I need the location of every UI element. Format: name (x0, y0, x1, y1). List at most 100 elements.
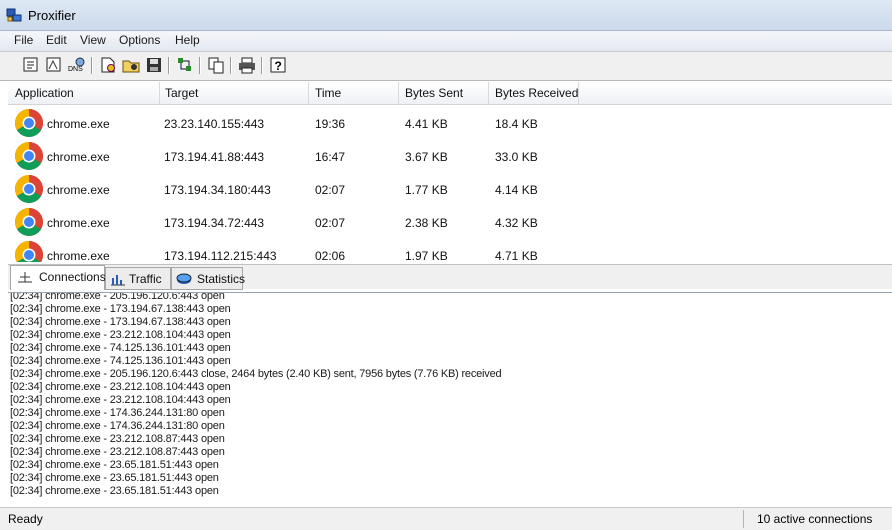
log-line: [02:34] chrome.exe - 174.36.244.131:80 o… (10, 420, 225, 432)
cell-application: chrome.exe (47, 183, 110, 197)
proxifier-app-icon (6, 8, 22, 22)
chrome-icon (14, 174, 44, 204)
menu-help[interactable]: Help (175, 33, 200, 47)
chrome-icon (14, 207, 44, 237)
status-text: Ready (8, 512, 43, 526)
statistics-icon (176, 273, 192, 284)
cell-time: 02:06 (315, 249, 346, 262)
log-line: [02:34] chrome.exe - 173.194.67.138:443 … (10, 303, 231, 315)
column-divider[interactable] (308, 82, 309, 104)
print-icon[interactable] (238, 56, 256, 74)
cell-target: 23.23.140.155:443 (164, 117, 265, 131)
cell-bytes-sent: 3.67 KB (405, 150, 448, 164)
cell-target: 173.194.34.180:443 (164, 183, 271, 197)
log-line: [02:34] chrome.exe - 23.65.181.51:443 op… (10, 472, 219, 484)
table-header: Application Target Time Bytes Sent Bytes… (8, 82, 892, 105)
log-line: [02:34] chrome.exe - 23.65.181.51:443 op… (10, 459, 219, 471)
log-line: [02:34] chrome.exe - 205.196.120.6:443 o… (10, 292, 225, 302)
cell-bytes-sent: 1.77 KB (405, 183, 448, 197)
table-row[interactable]: chrome.exe 173.194.112.215:443 02:06 1.97 K… (8, 238, 892, 262)
cell-target: 173.194.34.72:443 (164, 216, 265, 230)
copy-icon[interactable] (207, 56, 225, 74)
column-divider[interactable] (578, 82, 579, 104)
log-line: [02:34] chrome.exe - 174.36.244.131:80 o… (10, 407, 225, 419)
column-divider[interactable] (398, 82, 399, 104)
window-title: Proxifier (28, 8, 76, 23)
cell-bytes-sent: 4.41 KB (405, 117, 448, 131)
cell-time: 02:07 (315, 183, 346, 197)
proxification-rules-icon[interactable] (45, 56, 63, 74)
column-bytes-received[interactable]: Bytes Received (495, 86, 578, 100)
title-bar[interactable]: Proxifier (0, 0, 892, 31)
active-connections-count: 10 active connections (757, 512, 873, 526)
connection-log[interactable]: [02:34] chrome.exe - 205.196.120.6:443 o… (8, 292, 892, 507)
open-profile-icon[interactable] (122, 56, 140, 74)
toolbar-separator (230, 57, 232, 74)
toolbar-separator (91, 57, 93, 74)
advanced-icon[interactable] (176, 56, 194, 74)
column-bytes-sent[interactable]: Bytes Sent (405, 86, 463, 100)
connections-icon (18, 272, 32, 283)
log-line: [02:34] chrome.exe - 23.212.108.104:443 … (10, 381, 231, 393)
menu-bar: File Edit View Options Help (0, 31, 892, 52)
cell-bytes-received: 4.71 KB (495, 249, 538, 262)
cell-bytes-sent: 1.97 KB (405, 249, 448, 262)
log-line: [02:34] chrome.exe - 23.212.108.104:443 … (10, 394, 231, 406)
cell-application: chrome.exe (47, 117, 110, 131)
toolbar-separator (261, 57, 263, 74)
cell-application: chrome.exe (47, 249, 110, 262)
cell-bytes-received: 4.14 KB (495, 183, 538, 197)
column-time[interactable]: Time (315, 86, 341, 100)
new-profile-icon[interactable] (99, 56, 117, 74)
table-row[interactable]: chrome.exe 23.23.140.155:443 19:36 4.41 KB 1… (8, 106, 892, 139)
cell-target: 173.194.112.215:443 (164, 249, 277, 262)
menu-edit[interactable]: Edit (46, 33, 67, 47)
chrome-icon (14, 141, 44, 171)
svg-text:DNS: DNS (68, 66, 83, 73)
menu-view[interactable]: View (80, 33, 106, 47)
tab-statistics[interactable]: Statistics (171, 267, 245, 290)
cell-time: 19:36 (315, 117, 346, 131)
cell-bytes-received: 18.4 KB (495, 117, 538, 131)
column-divider[interactable] (159, 82, 160, 104)
cell-time: 16:47 (315, 150, 346, 164)
cell-target: 173.194.41.88:443 (164, 150, 265, 164)
log-line: [02:34] chrome.exe - 74.125.136.101:443 … (10, 355, 231, 367)
toolbar: DNS ? (0, 52, 892, 81)
table-row[interactable]: chrome.exe 173.194.41.88:443 16:47 3.67 KB 3… (8, 139, 892, 172)
menu-file[interactable]: File (14, 33, 33, 47)
bottom-tabs: Connections Traffic Statistics (8, 264, 892, 290)
tab-connections[interactable]: Connections (10, 265, 106, 290)
cell-bytes-received: 4.32 KB (495, 216, 538, 230)
toolbar-separator (199, 57, 201, 74)
table-row[interactable]: chrome.exe 173.194.34.72:443 02:07 2.38 KB 4… (8, 205, 892, 238)
log-line: [02:34] chrome.exe - 23.65.181.51:443 op… (10, 485, 219, 497)
log-line: [02:34] chrome.exe - 74.125.136.101:443 … (10, 342, 231, 354)
column-application[interactable]: Application (15, 86, 74, 100)
connections-table[interactable]: Application Target Time Bytes Sent Bytes… (8, 82, 892, 262)
cell-application: chrome.exe (47, 150, 110, 164)
name-resolution-icon[interactable]: DNS (68, 56, 86, 74)
menu-options[interactable]: Options (119, 33, 160, 47)
column-target[interactable]: Target (165, 86, 198, 100)
cell-bytes-sent: 2.38 KB (405, 216, 448, 230)
traffic-icon (111, 275, 125, 286)
log-line: [02:34] chrome.exe - 173.194.67.138:443 … (10, 316, 231, 328)
chrome-icon (14, 108, 44, 138)
chrome-icon (14, 240, 44, 262)
log-line: [02:34] chrome.exe - 23.212.108.87:443 o… (10, 433, 225, 445)
log-line: [02:34] chrome.exe - 205.196.120.6:443 c… (10, 368, 502, 380)
tab-traffic[interactable]: Traffic (105, 267, 171, 290)
table-row[interactable]: chrome.exe 173.194.34.180:443 02:07 1.77 KB… (8, 172, 892, 205)
status-divider (743, 510, 744, 528)
svg-text:?: ? (275, 59, 282, 73)
column-divider[interactable] (488, 82, 489, 104)
cell-application: chrome.exe (47, 216, 110, 230)
log-line: [02:34] chrome.exe - 23.212.108.104:443 … (10, 329, 231, 341)
save-profile-icon[interactable] (145, 56, 163, 74)
cell-bytes-received: 33.0 KB (495, 150, 538, 164)
cell-time: 02:07 (315, 216, 346, 230)
help-icon[interactable]: ? (269, 56, 287, 74)
toolbar-separator (168, 57, 170, 74)
proxy-servers-icon[interactable] (22, 56, 40, 74)
